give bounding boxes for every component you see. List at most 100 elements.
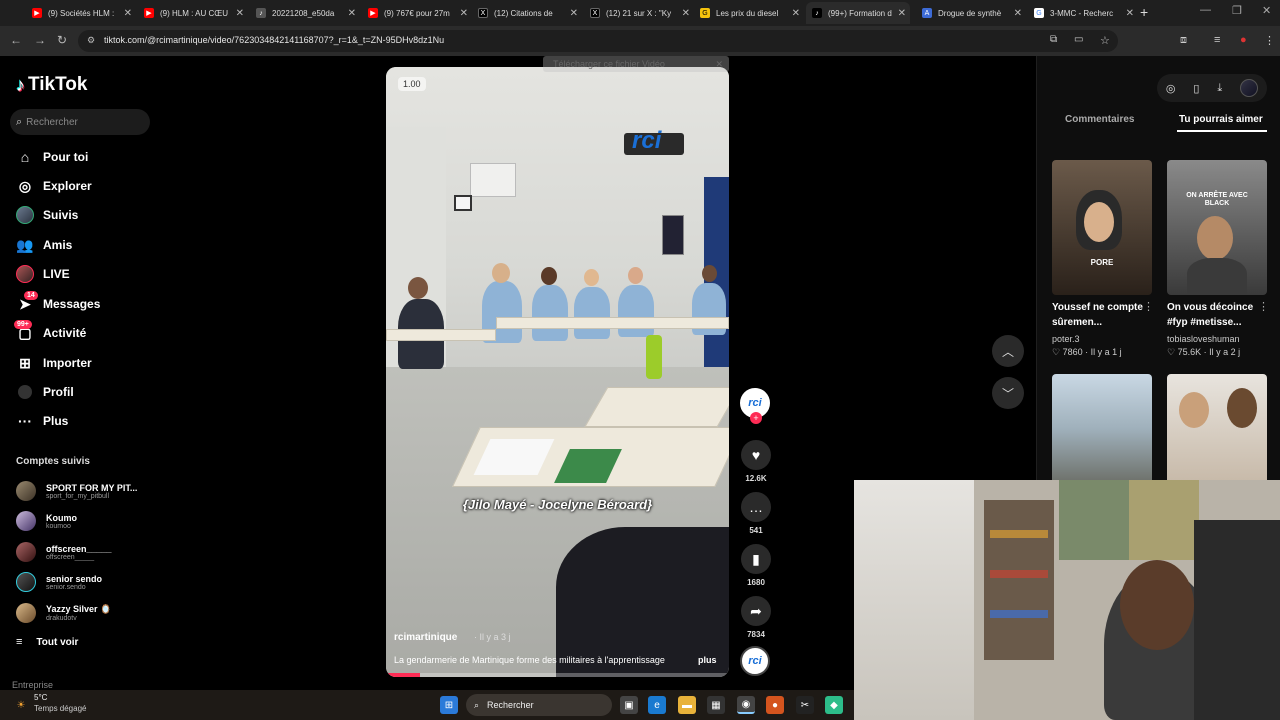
app-icon[interactable]: ◆ xyxy=(825,696,843,714)
nav-messages[interactable]: ➤ 14 Messages xyxy=(16,291,100,315)
browser-tab[interactable]: G Les prix du diesel ✕ xyxy=(694,2,804,24)
site-info-icon[interactable]: ⚙ xyxy=(87,35,95,46)
new-tab-button[interactable]: + xyxy=(1140,4,1148,20)
tiktok-logo-icon: ♪ xyxy=(16,74,25,95)
profile-icon[interactable]: ● xyxy=(1240,34,1247,46)
compass-icon[interactable]: ◎ xyxy=(1166,82,1176,95)
media-icon[interactable]: ≡ xyxy=(1214,34,1220,46)
close-tab-icon[interactable]: ✕ xyxy=(460,8,468,19)
nav-plus[interactable]: ··· Plus xyxy=(16,410,68,432)
nav-pour-toi[interactable]: ⌂ Pour toi xyxy=(16,146,89,168)
browser-tab[interactable]: G 3-MMC - Recherc ✕ xyxy=(1028,2,1138,24)
video-thumbnail[interactable] xyxy=(1052,374,1152,484)
followed-account[interactable]: Koumo koumoo xyxy=(16,508,146,534)
store-icon[interactable]: ▦ xyxy=(707,696,725,714)
taskbar-search[interactable]: ⌕ Rechercher xyxy=(466,694,612,716)
reload-icon[interactable]: ↻ xyxy=(57,33,67,47)
tiktok-logo[interactable]: ♪ TikTok xyxy=(16,74,87,96)
weather-icon[interactable]: ☀ xyxy=(12,696,30,714)
back-icon[interactable]: ← xyxy=(10,33,22,47)
followed-account[interactable]: Yazzy Silver 🪞 drakudotv xyxy=(16,600,146,626)
firefox-icon[interactable]: ● xyxy=(766,696,784,714)
close-tab-icon[interactable]: ✕ xyxy=(1126,8,1134,19)
share-button[interactable]: ➦ 7834 xyxy=(740,596,772,639)
card-title[interactable]: On vous décoince #fyp #metisse... xyxy=(1167,300,1262,330)
bookmark-star-icon[interactable]: ☆ xyxy=(1100,34,1110,47)
playback-speed[interactable]: 1.00 xyxy=(398,77,426,91)
folder-icon[interactable]: ▬ xyxy=(678,696,696,714)
browser-tab[interactable]: A Drogue de synthè ✕ xyxy=(916,2,1026,24)
card-title[interactable]: Youssef ne compte sûremen... xyxy=(1052,300,1147,330)
translate-icon[interactable]: ⧉ xyxy=(1050,34,1057,45)
cast-icon[interactable]: ▭ xyxy=(1074,34,1083,45)
browser-tab[interactable]: ▶ (9) Sociétés HLM : ✕ xyxy=(26,2,136,24)
chrome-icon[interactable]: ◉ xyxy=(737,696,755,714)
close-tab-icon[interactable]: ✕ xyxy=(898,8,906,19)
close-tab-icon[interactable]: ✕ xyxy=(348,8,356,19)
edge-icon[interactable]: e xyxy=(648,696,666,714)
video-thumbnail[interactable] xyxy=(1167,374,1267,484)
minimize-icon[interactable]: — xyxy=(1200,4,1211,16)
close-tab-icon[interactable]: ✕ xyxy=(792,8,800,19)
more-button[interactable]: plus xyxy=(698,655,717,665)
browser-tab[interactable]: X (12) 21 sur X : "Ky ✕ xyxy=(584,2,694,24)
menu-icon[interactable]: ⋮ xyxy=(1264,34,1275,47)
followed-account[interactable]: SPORT FOR MY PIT... sport_for_my_pitbull xyxy=(16,478,146,504)
card-user[interactable]: poter.3 xyxy=(1052,334,1080,344)
tab-suggestions[interactable]: Tu pourrais aimer xyxy=(1179,114,1263,125)
share-count: 7834 xyxy=(747,630,765,639)
close-window-icon[interactable]: ✕ xyxy=(1262,4,1271,17)
nav-importer[interactable]: ⊞ Importer xyxy=(16,352,92,374)
nav-suivis[interactable]: Suivis xyxy=(16,204,78,226)
nav-live[interactable]: LIVE xyxy=(16,263,70,285)
extensions-icon[interactable]: ⧈ xyxy=(1180,34,1187,47)
close-tab-icon[interactable]: ✕ xyxy=(682,8,690,19)
music-disc-button[interactable]: rci xyxy=(740,646,772,676)
close-tab-icon[interactable]: ✕ xyxy=(570,8,578,19)
more-options-icon[interactable]: ⋮ xyxy=(1143,300,1154,313)
user-avatar[interactable] xyxy=(1240,79,1259,97)
creator-avatar-button[interactable]: rci + xyxy=(740,388,772,424)
search-input[interactable]: ⌕ Rechercher xyxy=(10,109,150,135)
video-thumbnail[interactable]: ON ARRÊTE AVEC BLACK xyxy=(1167,160,1267,295)
capcut-icon[interactable]: ✂ xyxy=(796,696,814,714)
close-icon[interactable]: ✕ xyxy=(715,59,723,70)
nav-explorer[interactable]: ◎ Explorer xyxy=(16,175,92,197)
video-player[interactable]: rci 1.00 {Jilo Mayé - Jocelyne Béroard} … xyxy=(386,67,729,677)
tab-comments[interactable]: Commentaires xyxy=(1065,114,1134,125)
nav-profil[interactable]: Profil xyxy=(16,381,74,403)
close-tab-icon[interactable]: ✕ xyxy=(124,8,132,19)
download-icon[interactable]: ⤓ xyxy=(1217,82,1222,95)
browser-tab-active[interactable]: ♪ (99+) Formation d ✕ xyxy=(806,2,910,24)
video-thumbnail[interactable]: PORE xyxy=(1052,160,1152,295)
like-button[interactable]: ♥ 12.6K xyxy=(740,440,772,483)
followed-account[interactable]: senior sendo senior.sendo xyxy=(16,569,146,595)
previous-video-button[interactable]: ︿ xyxy=(992,335,1024,367)
browser-tab[interactable]: ▶ (9) 767€ pour 27m ✕ xyxy=(362,2,472,24)
start-icon[interactable]: ⊞ xyxy=(440,696,458,714)
download-banner[interactable]: Télécharger ce fichier Vidéo ✕ xyxy=(543,56,729,72)
nav-amis[interactable]: 👥 Amis xyxy=(16,234,72,256)
followed-account[interactable]: offscreen_____ offscreen_____ xyxy=(16,539,146,565)
activity-badge: 99+ xyxy=(14,320,32,329)
restore-icon[interactable]: ❐ xyxy=(1232,4,1242,17)
save-button[interactable]: ▮ 1680 xyxy=(740,544,772,587)
card-user[interactable]: tobiasloveshuman xyxy=(1167,334,1240,344)
task-view-icon[interactable]: ▣ xyxy=(620,696,638,714)
close-tab-icon[interactable]: ✕ xyxy=(236,8,244,19)
browser-tab[interactable]: ♪ 20221208_e50da ✕ xyxy=(250,2,360,24)
video-progress-bar[interactable] xyxy=(386,673,729,677)
follow-plus-icon[interactable]: + xyxy=(750,412,762,424)
next-video-button[interactable]: ﹀ xyxy=(992,377,1024,409)
nav-activite[interactable]: ▢ 99+ Activité xyxy=(14,320,86,344)
close-tab-icon[interactable]: ✕ xyxy=(1014,8,1022,19)
see-all-link[interactable]: ≡ Tout voir xyxy=(16,636,78,648)
video-author[interactable]: rcimartinique xyxy=(394,632,457,643)
forward-icon[interactable]: → xyxy=(34,33,46,47)
phone-icon[interactable]: ▯ xyxy=(1193,82,1199,95)
browser-tab[interactable]: ▶ (9) HLM : AU CŒU ✕ xyxy=(138,2,248,24)
address-bar[interactable]: ⚙ tiktok.com/@rcimartinique/video/762303… xyxy=(78,30,1118,52)
more-options-icon[interactable]: ⋮ xyxy=(1258,300,1269,313)
comment-button[interactable]: … 541 xyxy=(740,492,772,535)
browser-tab[interactable]: X (12) Citations de ✕ xyxy=(472,2,582,24)
